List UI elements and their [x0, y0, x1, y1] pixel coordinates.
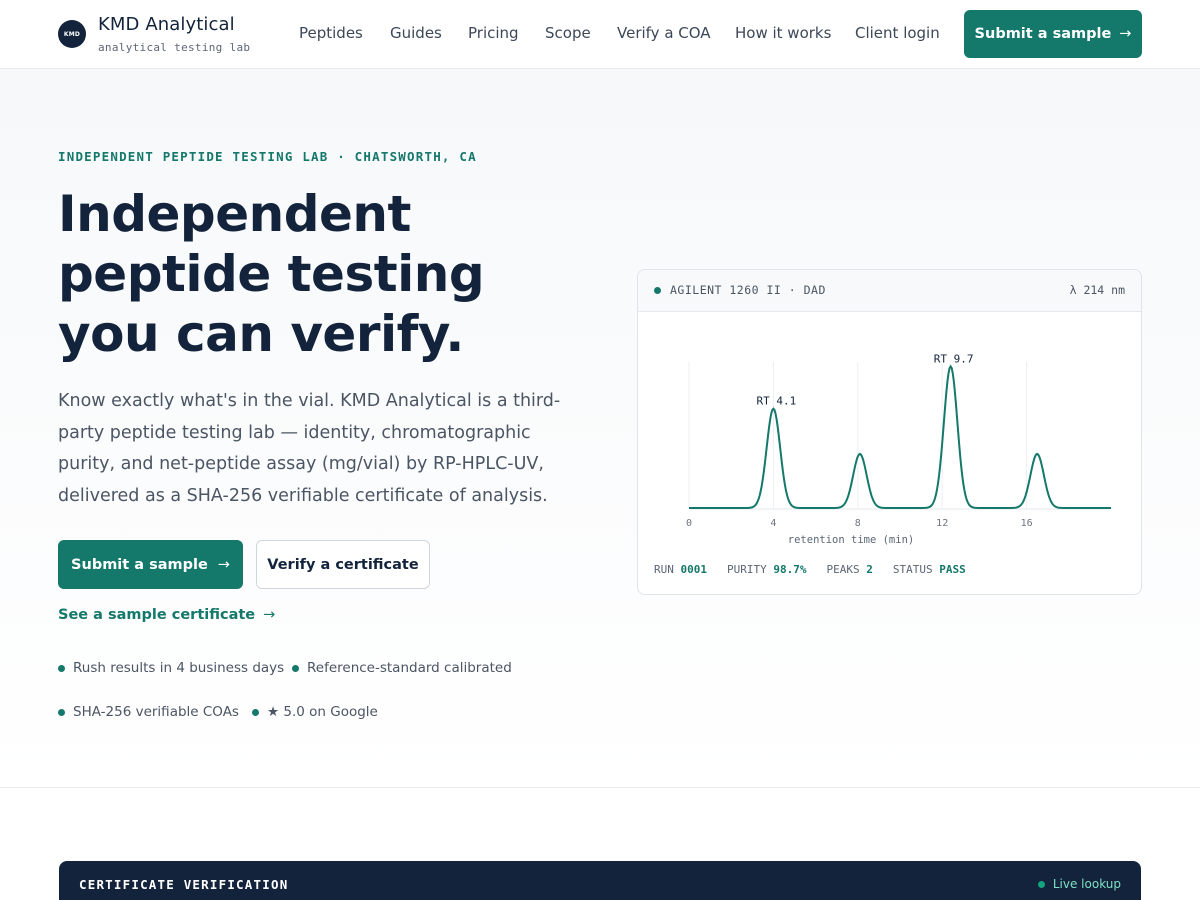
x-tick-label: 16: [1021, 518, 1033, 529]
sample-certificate-label: See a sample certificate: [58, 607, 256, 623]
x-tick-label: 4: [770, 518, 776, 529]
instrument-label: AGILENT 1260 II · DAD: [670, 283, 826, 297]
bullet-dot-icon: [252, 708, 259, 716]
status-dot-icon: [654, 287, 661, 294]
arrow-right-icon: →: [1119, 26, 1132, 42]
x-tick-label: 8: [855, 518, 861, 529]
nav-client-login[interactable]: Client login: [855, 24, 940, 42]
feature-label: ★ 5.0 on Google: [267, 704, 378, 720]
feature-label: SHA-256 verifiable COAs: [73, 704, 239, 720]
x-tick-label: 12: [936, 518, 948, 529]
chromatogram-card: AGILENT 1260 II · DAD λ 214 nm 0 4 8 12 16 RT…: [637, 269, 1142, 595]
wavelength-label: λ 214 nm: [1069, 283, 1125, 297]
nav-pricing[interactable]: Pricing: [468, 24, 519, 42]
status-stat: STATUS PASS: [892, 563, 966, 576]
live-dot-icon: [1037, 880, 1045, 888]
feature-label: Rush results in 4 business days: [73, 660, 285, 676]
live-lookup-label: Live lookup: [1052, 877, 1121, 891]
feature-label: Reference-standard calibrated: [307, 660, 512, 676]
verify-certificate-button[interactable]: Verify a certificate: [256, 540, 430, 589]
x-tick-label: 0: [686, 518, 692, 529]
chromatogram-trace: [689, 364, 1111, 509]
feature-item: ★ 5.0 on Google: [252, 704, 378, 720]
arrow-right-icon: →: [263, 607, 276, 623]
header-submit-sample-button[interactable]: Submit a sample →: [964, 10, 1142, 58]
run-stat: RUN 0001: [654, 563, 707, 576]
chromatogram-chart: 0 4 8 12 16 RT 4.1 RT 9.7 retention time (min): [686, 352, 1111, 546]
header-submit-sample-label: Submit a sample: [974, 26, 1112, 42]
feature-item: Rush results in 4 business days: [58, 660, 284, 676]
submit-sample-button[interactable]: Submit a sample →: [58, 540, 243, 589]
arrow-right-icon: →: [217, 556, 230, 573]
bullet-dot-icon: [292, 664, 299, 672]
submit-sample-label: Submit a sample: [71, 556, 208, 573]
nav-guides[interactable]: Guides: [390, 24, 442, 42]
nav-peptides[interactable]: Peptides: [299, 24, 363, 42]
brand-tagline: analytical testing lab: [98, 41, 251, 54]
feature-item: Reference-standard calibrated: [292, 660, 512, 676]
nav-verify-coa[interactable]: Verify a COA: [617, 24, 711, 42]
card-header: AGILENT 1260 II · DAD λ 214 nm: [638, 270, 1141, 312]
peak-label: RT 4.1: [757, 395, 797, 408]
site-header: KMD KMD Analytical analytical testing la…: [0, 0, 1200, 69]
run-stats: RUN 0001 PURITY 98.7% PEAKS 2 STATUS PAS…: [654, 563, 966, 576]
brand-name[interactable]: KMD Analytical: [98, 14, 235, 35]
live-lookup-badge: Live lookup: [1037, 877, 1121, 891]
nav-scope[interactable]: Scope: [545, 24, 591, 42]
peaks-stat: PEAKS 2: [826, 563, 873, 576]
hero-eyebrow: INDEPENDENT PEPTIDE TESTING LAB · CHATSW…: [58, 149, 477, 164]
logo-icon[interactable]: KMD: [58, 20, 86, 48]
bullet-dot-icon: [58, 708, 65, 716]
purity-stat: PURITY 98.7%: [727, 563, 807, 576]
certificate-verification-panel: CERTIFICATE VERIFICATION Live lookup: [59, 861, 1141, 900]
x-axis-label: retention time (min): [788, 534, 914, 546]
nav-how-it-works[interactable]: How it works: [735, 24, 831, 42]
verification-title: CERTIFICATE VERIFICATION: [79, 877, 289, 892]
hero-headline: Independent peptide testing you can veri…: [58, 185, 485, 363]
feature-item: SHA-256 verifiable COAs: [58, 704, 239, 720]
peak-label: RT 9.7: [934, 352, 974, 365]
hero-lede: Know exactly what's in the vial. KMD Ana…: [58, 391, 561, 506]
bullet-dot-icon: [58, 664, 65, 672]
sample-certificate-link[interactable]: See a sample certificate →: [58, 607, 275, 623]
